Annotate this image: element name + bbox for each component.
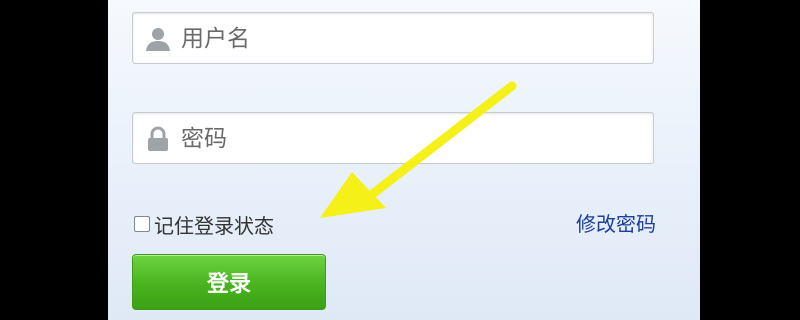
remember-me[interactable]: 记住登录状态 xyxy=(134,210,274,238)
lock-icon xyxy=(145,126,171,152)
password-input[interactable] xyxy=(179,121,643,157)
login-panel: 记住登录状态 修改密码 登录 xyxy=(108,0,700,320)
user-icon xyxy=(145,26,171,52)
change-password-link[interactable]: 修改密码 xyxy=(576,208,656,237)
password-field[interactable] xyxy=(132,112,654,164)
remember-label: 记住登录状态 xyxy=(154,213,274,238)
remember-checkbox[interactable] xyxy=(134,216,150,232)
username-input[interactable] xyxy=(179,21,643,57)
username-field[interactable] xyxy=(132,12,654,64)
login-button[interactable]: 登录 xyxy=(132,254,326,310)
